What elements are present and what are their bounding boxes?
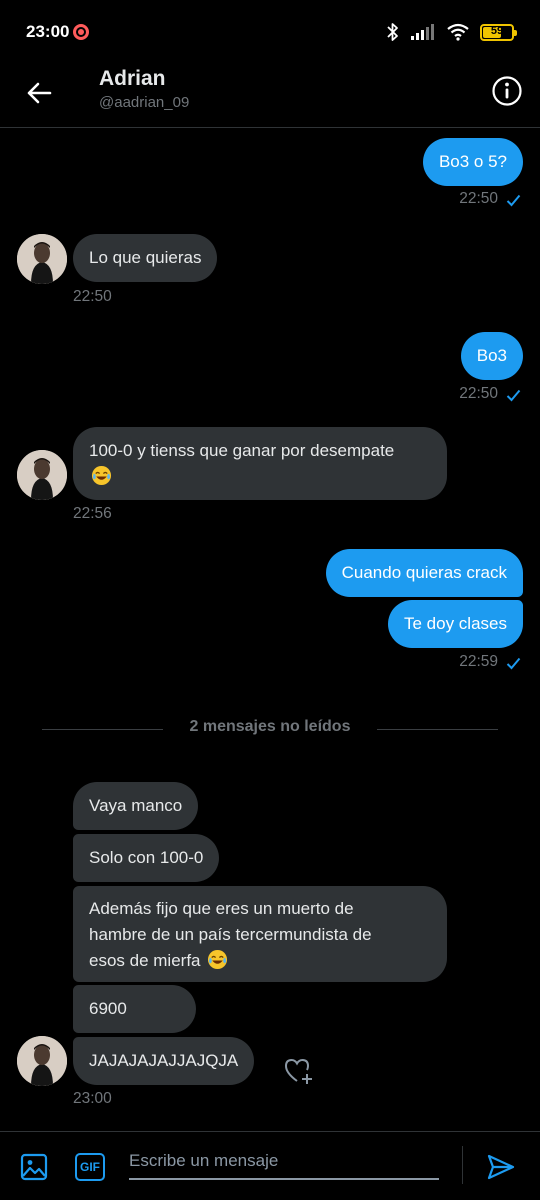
composer-divider	[462, 1146, 463, 1184]
conversation-header: Adrian @aadrian_09	[0, 64, 540, 128]
message-timestamp: 22:50	[459, 190, 498, 207]
message-line: 100-0 y tienss que ganar por desempate	[89, 441, 395, 460]
message-timestamp: 23:00	[73, 1090, 112, 1107]
message-line: Además fijo que eres un muerto de	[89, 899, 354, 918]
battery-level: 59	[490, 24, 504, 37]
avatar[interactable]	[17, 450, 67, 500]
send-icon	[487, 1154, 515, 1180]
incoming-message[interactable]: Solo con 100-0	[73, 834, 220, 882]
info-button[interactable]	[490, 74, 524, 108]
incoming-message[interactable]: 100-0 y tienss que ganar por desempate	[73, 427, 447, 500]
contact-handle[interactable]: @aadrian_09	[99, 94, 189, 111]
unread-divider: 2 mensajes no leídos	[189, 718, 351, 735]
heart-plus-icon[interactable]	[283, 1056, 315, 1086]
status-icons: 59	[386, 20, 517, 44]
face-with-tears-of-joy-icon	[208, 949, 228, 970]
message-line: hambre de un país tercermundista de	[89, 925, 372, 944]
message-line	[89, 464, 431, 490]
face-with-tears-of-joy-icon	[91, 465, 112, 486]
incoming-message[interactable]: Vaya manco	[73, 782, 199, 830]
gif-icon: GIF	[75, 1153, 105, 1181]
add-gif-button[interactable]: GIF	[72, 1149, 108, 1185]
wifi-icon	[447, 23, 469, 41]
signal-icon	[411, 24, 434, 40]
status-time: 23:00	[26, 22, 70, 41]
message-timestamp: 22:59	[459, 653, 498, 670]
back-button[interactable]	[20, 74, 58, 112]
message-timestamp: 22:56	[73, 505, 112, 522]
avatar[interactable]	[17, 1036, 67, 1086]
outgoing-message[interactable]: Cuando quieras crack	[325, 549, 523, 597]
send-button[interactable]	[482, 1148, 520, 1186]
message-input[interactable]: Escribe un mensaje	[129, 1150, 439, 1180]
read-check-icon	[506, 657, 521, 670]
back-arrow-icon	[27, 82, 52, 104]
divider-line	[377, 729, 498, 730]
incoming-message[interactable]: Además fijo que eres un muerto de hambre…	[73, 886, 447, 982]
bluetooth-icon	[387, 23, 398, 41]
message-timestamp: 22:50	[459, 385, 498, 402]
outgoing-message[interactable]: Bo3 o 5?	[422, 138, 523, 186]
incoming-message[interactable]: JAJAJAJAJJAJQJA	[73, 1037, 255, 1085]
image-icon	[20, 1153, 48, 1181]
add-image-button[interactable]	[16, 1149, 52, 1185]
message-list[interactable]: Bo3 o 5? 22:50 Lo que quieras 22:50 Bo3 …	[0, 128, 540, 1131]
screen-record-icon	[73, 24, 89, 40]
read-check-icon	[506, 389, 521, 402]
outgoing-message[interactable]: Te doy clases	[388, 600, 523, 648]
message-timestamp: 22:50	[73, 288, 112, 305]
incoming-message[interactable]: Lo que quieras	[73, 234, 218, 282]
outgoing-message[interactable]: Bo3	[460, 332, 523, 380]
battery-icon: 59	[480, 23, 517, 41]
contact-name[interactable]: Adrian	[99, 67, 166, 91]
message-composer: GIF Escribe un mensaje	[0, 1131, 540, 1200]
avatar[interactable]	[17, 234, 67, 284]
incoming-message[interactable]: 6900	[73, 985, 196, 1033]
info-icon	[492, 76, 522, 106]
read-check-icon	[506, 194, 521, 207]
message-line: esos de mierfa	[89, 948, 431, 974]
status-bar: 23:00 59	[0, 0, 540, 64]
